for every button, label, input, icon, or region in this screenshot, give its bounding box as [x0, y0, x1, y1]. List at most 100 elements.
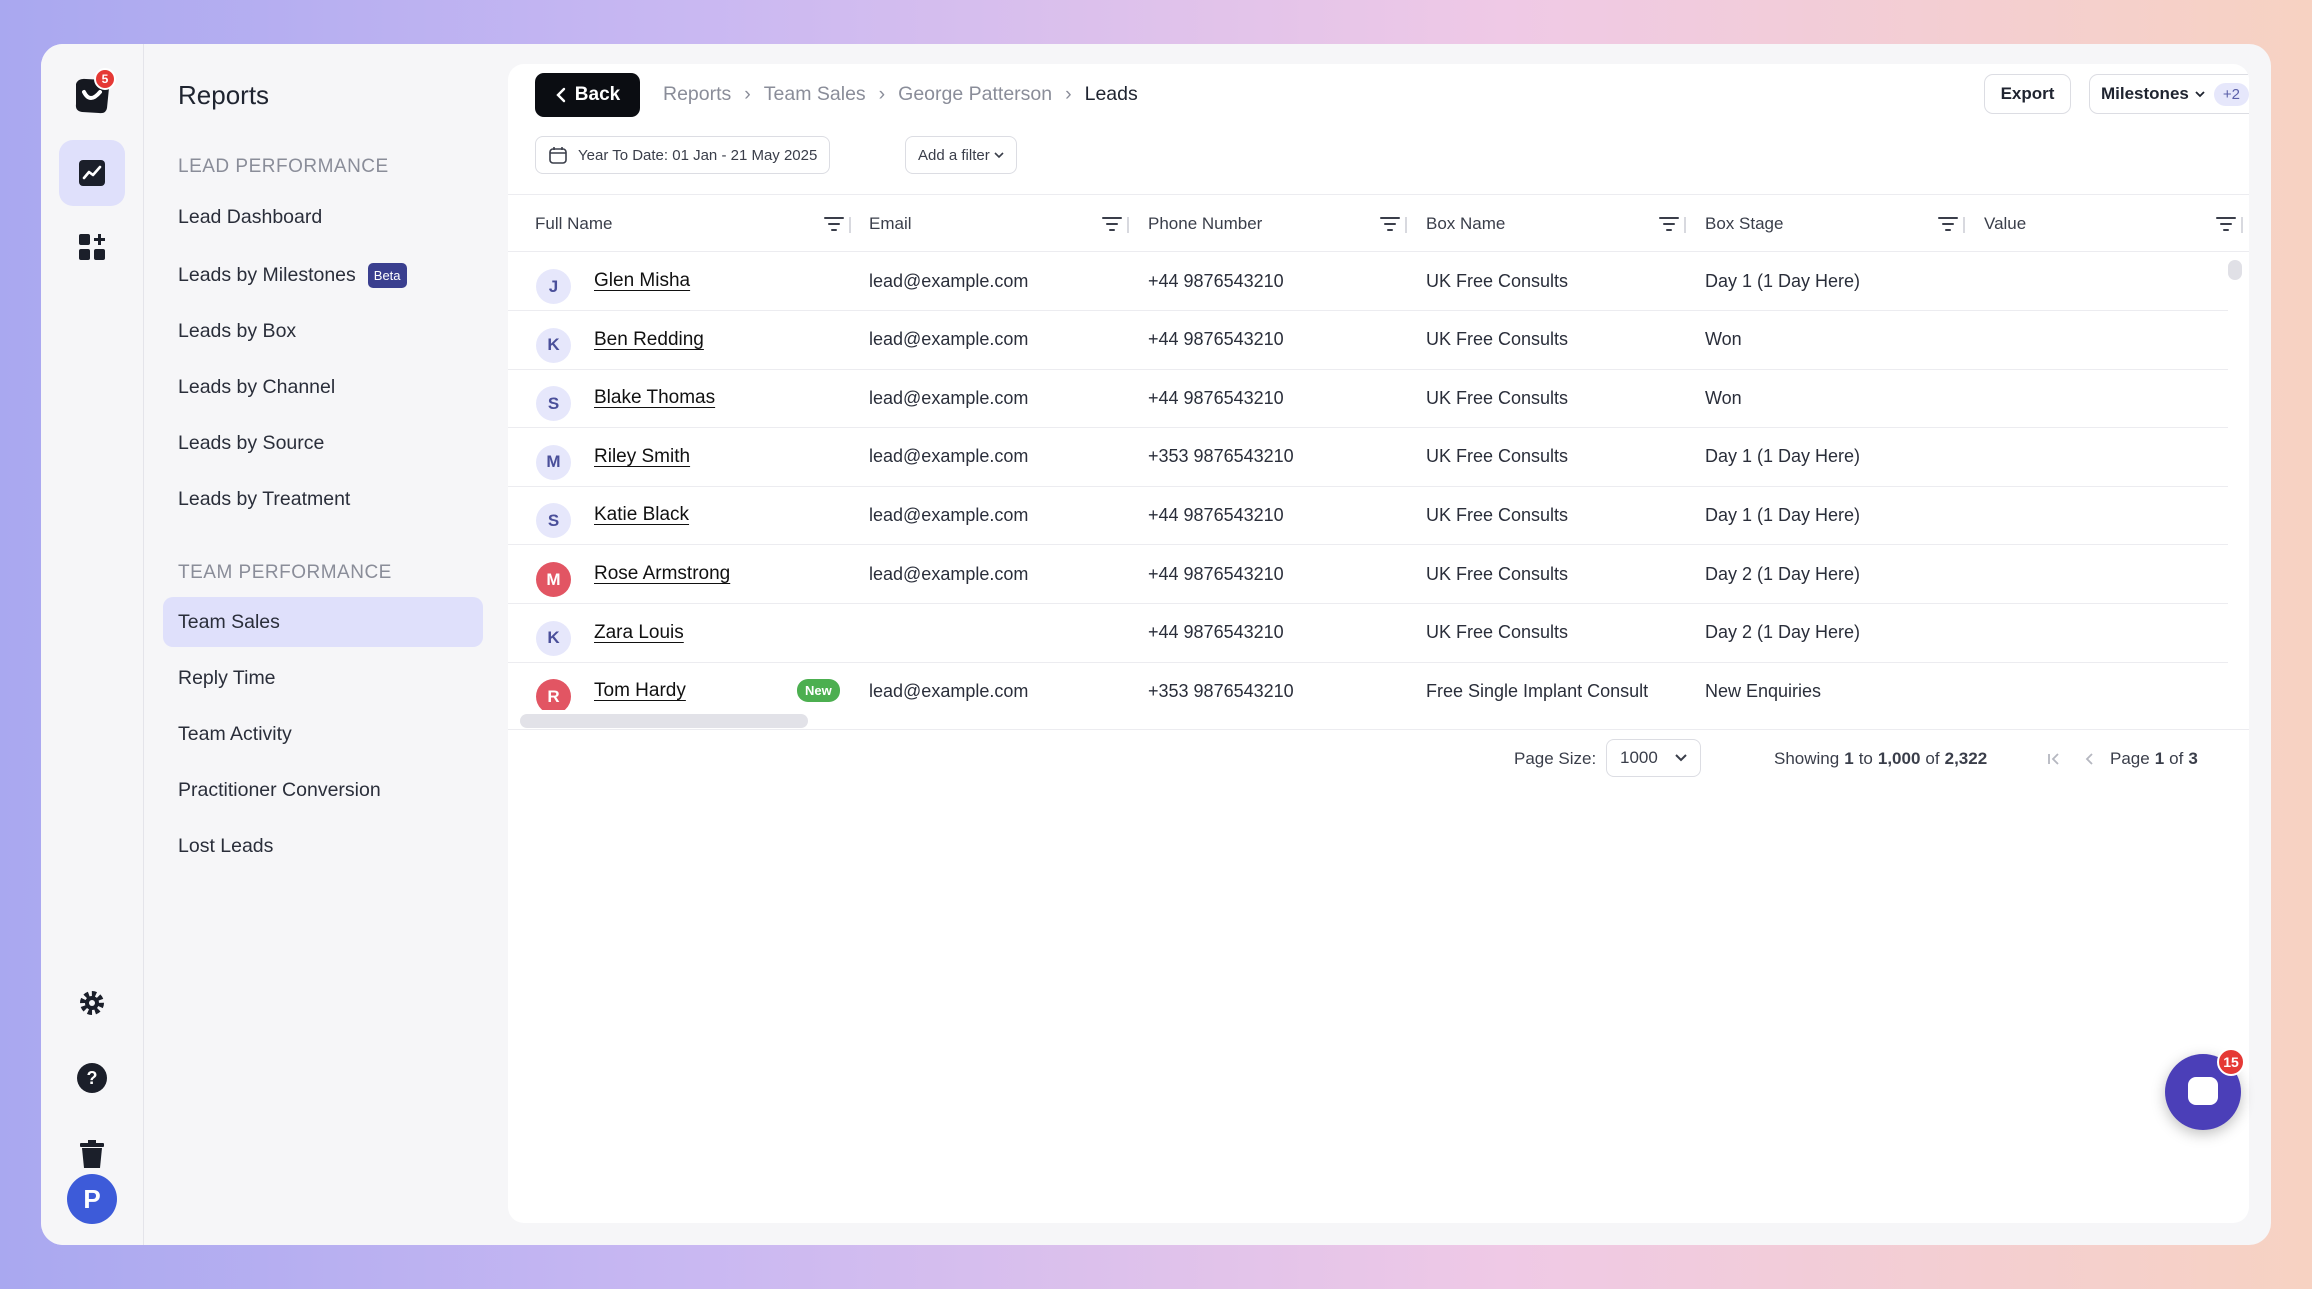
nav-label: Leads by Box [178, 319, 297, 342]
column-separator[interactable] [2241, 217, 2243, 233]
nav-lead-dashboard[interactable]: Lead Dashboard [163, 192, 483, 242]
chevron-right-icon: › [1065, 83, 1072, 105]
first-page-button[interactable] [2046, 730, 2062, 788]
table-row[interactable]: J Glen Misha lead@example.com +44 987654321… [508, 252, 2228, 311]
nav-leads-by-treatment[interactable]: Leads by Treatment [163, 474, 483, 524]
column-separator[interactable] [1963, 217, 1965, 233]
nav-leads-by-channel[interactable]: Leads by Channel [163, 362, 483, 412]
crumb-person[interactable]: George Patterson [898, 83, 1052, 106]
chevron-left-icon [2085, 753, 2093, 765]
column-header-box-name[interactable]: Box Name [1426, 195, 1505, 253]
lead-avatar: S [536, 386, 571, 422]
filter-icon[interactable] [824, 215, 844, 238]
nav-label: Leads by Source [178, 431, 325, 454]
nav-leads-by-source[interactable]: Leads by Source [163, 418, 483, 468]
lead-name-link[interactable]: Katie Black [594, 486, 689, 544]
chevron-down-icon [1675, 754, 1687, 762]
table-row[interactable]: K Ben Redding lead@example.com +44 98765432… [508, 311, 2228, 370]
filter-icon[interactable] [1102, 215, 1122, 238]
column-separator[interactable] [1684, 217, 1686, 233]
lead-phone: +44 9876543210 [1148, 329, 1284, 350]
lead-name-link[interactable]: Blake Thomas [594, 369, 715, 427]
filter-icon[interactable] [2216, 215, 2236, 238]
column-header-email[interactable]: Email [869, 195, 912, 253]
back-button[interactable]: Back [535, 73, 640, 117]
table-row[interactable]: M Riley Smith lead@example.com +353 9876543… [508, 428, 2228, 487]
table-row[interactable]: S Katie Black lead@example.com +44 98765432… [508, 486, 2228, 546]
prev-page-button[interactable] [2084, 730, 2094, 788]
column-header-value[interactable]: Value [1984, 195, 2026, 253]
lead-box-name: UK Free Consults [1426, 329, 1569, 350]
column-separator[interactable] [1405, 217, 1407, 233]
user-avatar[interactable]: P [67, 1174, 117, 1224]
lead-name-link[interactable]: Rose Armstrong [594, 545, 730, 603]
filter-icon[interactable] [1380, 215, 1400, 238]
add-filter-button[interactable]: Add a filter [905, 136, 1017, 174]
widgets-nav-button[interactable] [59, 214, 125, 280]
chat-notification-badge: 15 [2217, 1048, 2245, 1076]
nav-team-sales[interactable]: Team Sales [163, 597, 483, 647]
lead-email: lead@example.com [869, 680, 1029, 701]
chevron-down-icon [994, 152, 1004, 159]
table-row[interactable]: M Rose Armstrong lead@example.com +44 98765… [508, 545, 2228, 604]
nav-leads-by-box[interactable]: Leads by Box [163, 306, 483, 356]
date-range-filter[interactable]: Year To Date: 01 Jan - 21 May 2025 [535, 136, 831, 174]
settings-button[interactable] [59, 970, 125, 1036]
nav-label: Lead Dashboard [178, 205, 323, 228]
column-separator[interactable] [1127, 217, 1129, 233]
app-notification-badge: 5 [94, 68, 116, 90]
help-button[interactable]: ? [59, 1045, 125, 1111]
nav-label: Team Activity [178, 722, 292, 745]
page-indicator: Page 1 of 3 [2110, 730, 2198, 788]
export-button[interactable]: Export [1984, 74, 2071, 114]
nav-lost-leads[interactable]: Lost Leads [163, 821, 483, 871]
page-size-select[interactable]: 1000 [1606, 739, 1701, 777]
current-page: 1 [2154, 749, 2165, 768]
lead-box-stage: Day 1 (1 Day Here) [1705, 504, 1861, 525]
milestones-dropdown[interactable]: Milestones +2 [2089, 74, 2249, 114]
lead-phone: +44 9876543210 [1148, 563, 1284, 584]
lead-name-link[interactable]: Glen Misha [594, 252, 690, 310]
table-body: J Glen Misha lead@example.com +44 987654321… [508, 252, 2249, 710]
nav-label: Team Sales [178, 610, 280, 633]
horizontal-scrollbar[interactable] [520, 714, 808, 728]
lead-name-link[interactable]: Riley Smith [594, 428, 690, 486]
showing-prefix: Showing [1774, 749, 1840, 768]
lead-email [869, 604, 1129, 662]
showing-from: 1 [1844, 749, 1854, 768]
nav-leads-by-milestones[interactable]: Leads by Milestones Beta [163, 250, 483, 300]
lead-name-link[interactable]: Tom Hardy [594, 662, 686, 710]
crumb-reports[interactable]: Reports [663, 83, 731, 106]
column-separator[interactable] [849, 217, 851, 233]
table-row[interactable]: K Zara Louis +44 9876543210 UK Free Consult… [508, 604, 2228, 663]
section-lead-performance: LEAD PERFORMANCE [178, 156, 389, 177]
lead-phone: +44 9876543210 [1148, 504, 1284, 525]
sidebar-title: Reports [178, 80, 270, 110]
lead-name-link[interactable]: Zara Louis [594, 604, 684, 662]
nav-practitioner-conversion[interactable]: Practitioner Conversion [163, 765, 483, 815]
nav-reply-time[interactable]: Reply Time [163, 653, 483, 703]
add-widget-icon [79, 234, 105, 260]
chart-icon [79, 160, 105, 186]
back-label: Back [574, 84, 621, 105]
reports-nav-button[interactable] [59, 140, 125, 206]
app-logo-icon[interactable]: 5 [70, 68, 116, 118]
crumb-team-sales[interactable]: Team Sales [764, 83, 866, 106]
column-header-full-name[interactable]: Full Name [535, 195, 612, 253]
vertical-scrollbar[interactable] [2228, 260, 2242, 280]
main-panel: Back Reports › Team Sales › George Patte… [508, 64, 2249, 1223]
column-header-box-stage[interactable]: Box Stage [1705, 195, 1783, 253]
lead-avatar: K [536, 620, 571, 656]
nav-team-activity[interactable]: Team Activity [163, 709, 483, 759]
chat-launcher-button[interactable]: 15 [2165, 1048, 2245, 1130]
table-row[interactable]: S Blake Thomas lead@example.com +44 9876543… [508, 369, 2228, 429]
filter-icon[interactable] [1938, 215, 1958, 238]
table-row[interactable]: R Tom Hardy New lead@example.com +353 987654… [508, 662, 2228, 710]
column-header-phone-number[interactable]: Phone Number [1148, 195, 1262, 253]
icon-rail: 5 ? P [41, 44, 144, 1245]
filter-icon[interactable] [1659, 215, 1679, 238]
lead-email: lead@example.com [869, 504, 1029, 525]
milestones-extra-count: +2 [2213, 82, 2249, 106]
first-page-icon [2048, 753, 2059, 765]
lead-name-link[interactable]: Ben Redding [594, 311, 704, 369]
